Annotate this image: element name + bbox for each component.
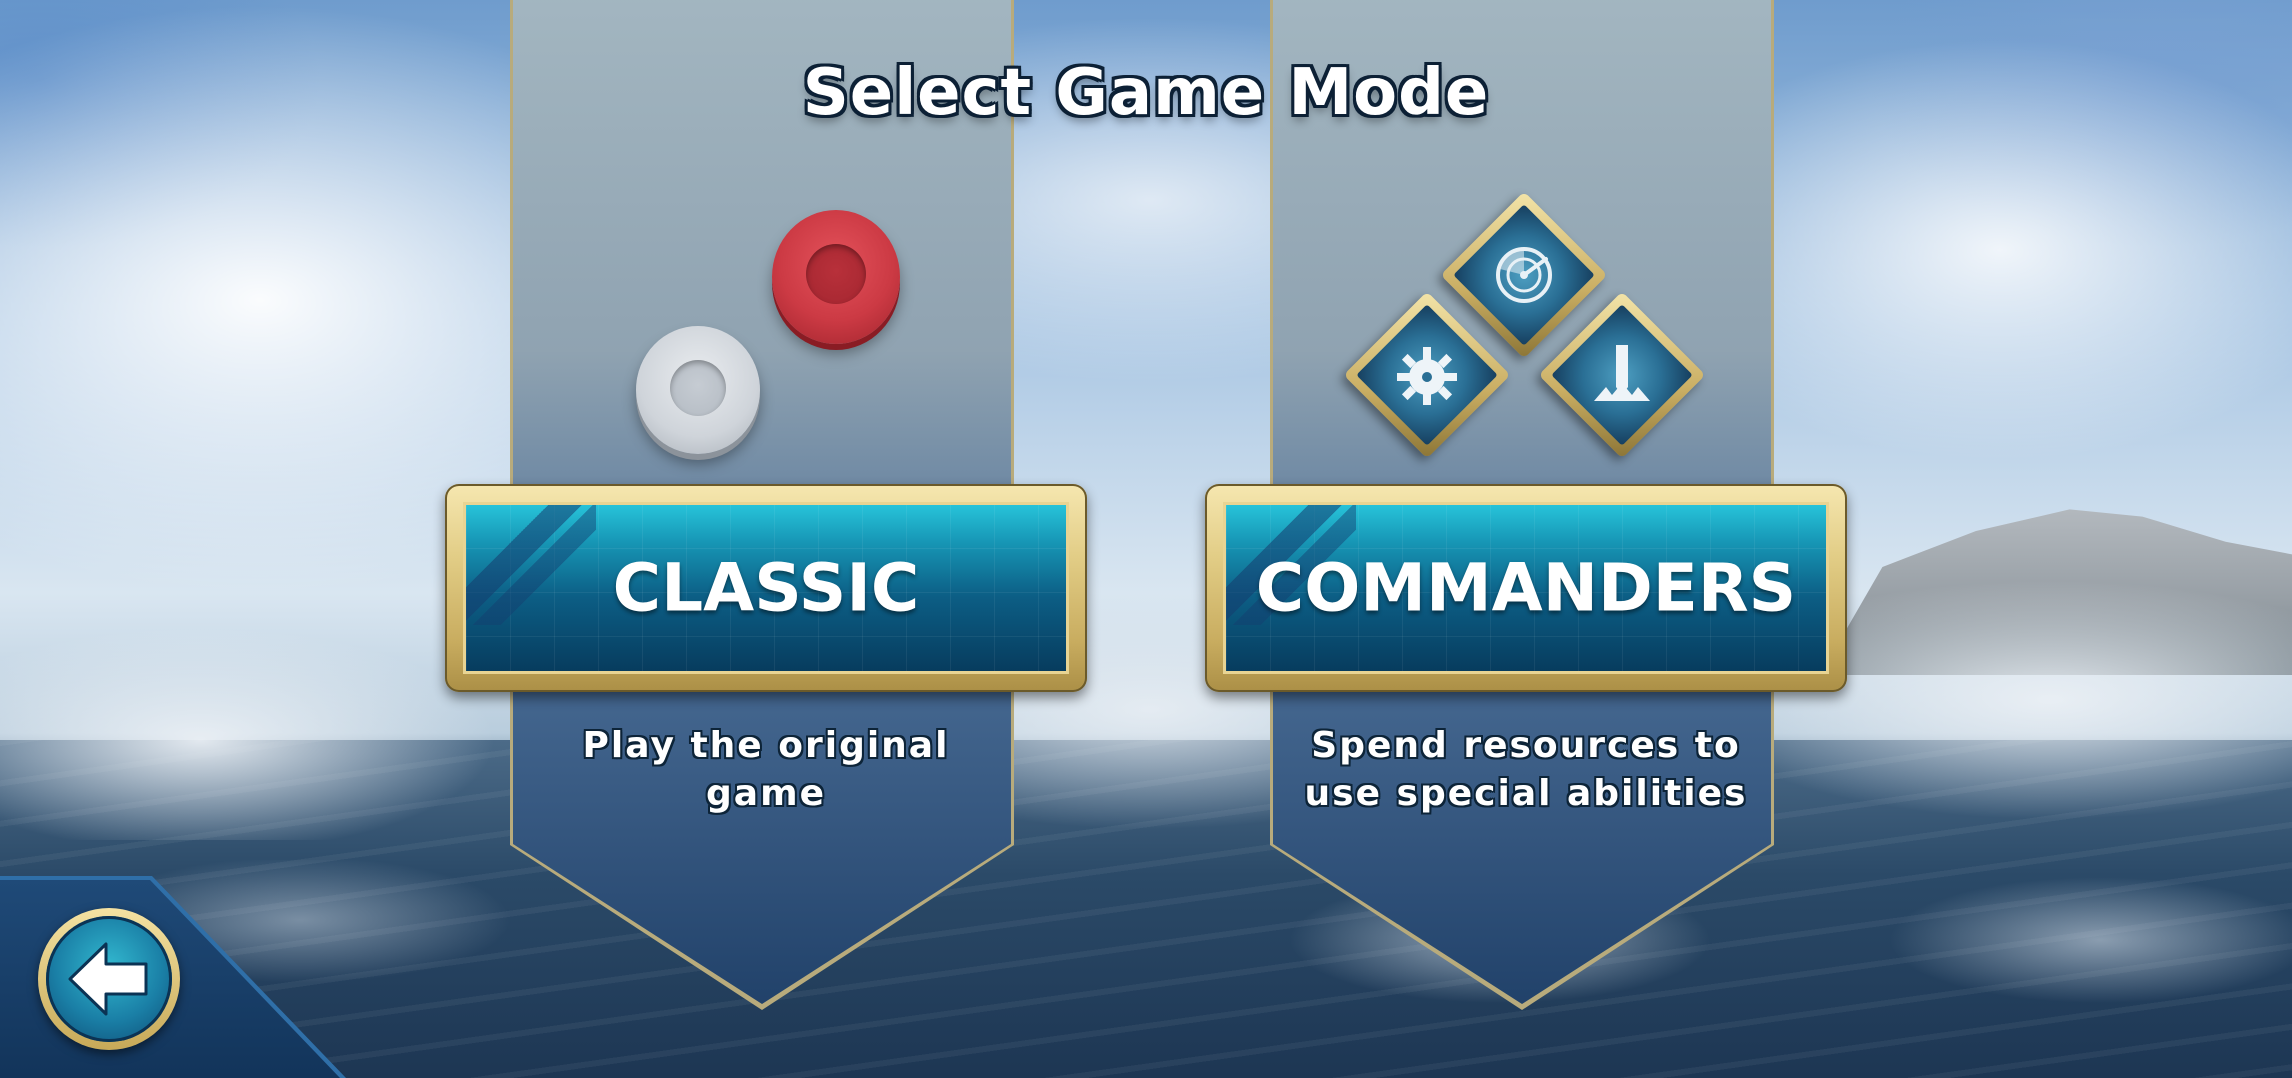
- back-button[interactable]: [38, 908, 180, 1050]
- commanders-button-label: COMMANDERS: [1255, 549, 1797, 627]
- commanders-description-line-1: Spend resources to: [1311, 725, 1741, 766]
- commanders-description: Spend resources to use special abilities: [1276, 722, 1776, 818]
- commanders-mode-button[interactable]: COMMANDERS: [1205, 484, 1847, 692]
- classic-description-line-1: Play the original: [582, 725, 950, 766]
- classic-mode-button[interactable]: CLASSIC: [445, 484, 1087, 692]
- mist-layer: [0, 560, 2292, 840]
- classic-button-label: CLASSIC: [612, 549, 920, 627]
- back-arrow-icon: [68, 942, 148, 1016]
- white-disc-icon: [636, 326, 760, 454]
- classic-description: Play the original game: [516, 722, 1016, 818]
- classic-description-line-2: game: [706, 773, 826, 814]
- commanders-description-line-2: use special abilities: [1304, 773, 1748, 814]
- red-disc-icon: [772, 210, 900, 344]
- page-title: Select Game Mode: [802, 56, 1490, 130]
- mist-layer-lower: [0, 860, 2292, 1060]
- commanders-button-panel: COMMANDERS: [1223, 502, 1829, 674]
- classic-button-panel: CLASSIC: [463, 502, 1069, 674]
